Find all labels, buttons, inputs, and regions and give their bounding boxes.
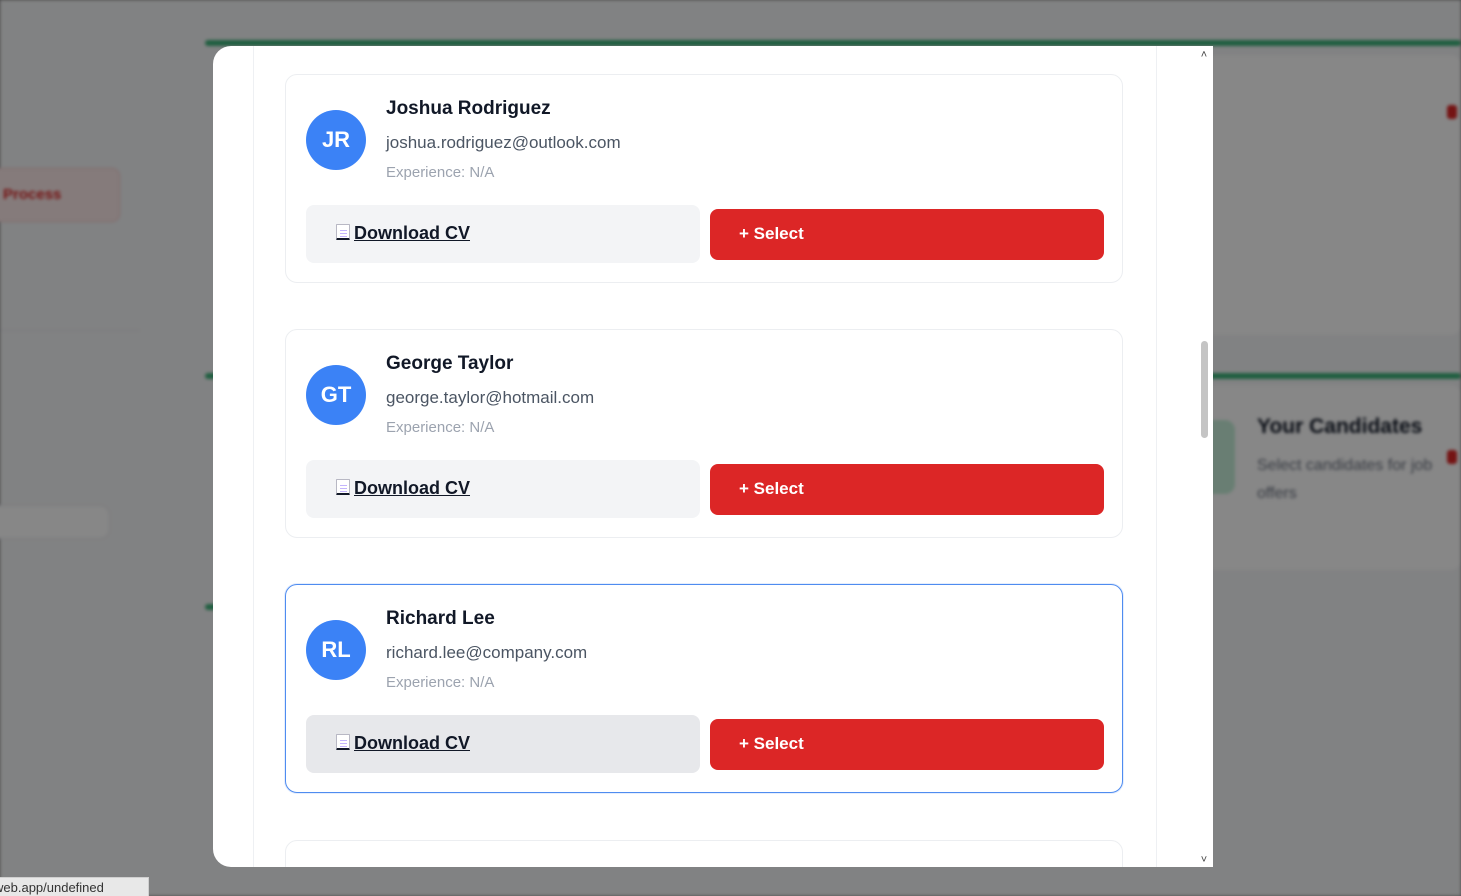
- avatar: RL: [306, 620, 366, 680]
- document-icon: [336, 224, 350, 240]
- download-cv-button[interactable]: Download CV: [306, 205, 700, 263]
- chevron-down-icon[interactable]: ˅: [1199, 855, 1209, 866]
- candidate-name: Richard Lee: [386, 608, 495, 629]
- candidate-card: JR Joshua Rodriguez joshua.rodriguez@out…: [285, 74, 1123, 283]
- scrollbar-thumb[interactable]: [1201, 341, 1208, 438]
- status-bar-url: web.app/undefined: [0, 877, 149, 896]
- download-cv-button[interactable]: Download CV: [306, 460, 700, 518]
- modal-scrollbar[interactable]: ˄ ˅: [1195, 46, 1213, 867]
- candidate-email: richard.lee@company.com: [386, 643, 588, 662]
- candidate-name: Joshua Rodriguez: [386, 98, 551, 119]
- select-candidate-button[interactable]: + Select: [710, 209, 1104, 260]
- avatar: JR: [306, 110, 366, 170]
- avatar: GT: [306, 365, 366, 425]
- download-cv-button[interactable]: Download CV: [306, 715, 700, 773]
- document-icon: [336, 479, 350, 495]
- select-candidate-button[interactable]: + Select: [710, 719, 1104, 770]
- document-icon: [336, 734, 350, 750]
- select-candidate-button[interactable]: + Select: [710, 464, 1104, 515]
- candidate-card-partial: [285, 840, 1123, 867]
- candidate-card: GT George Taylor george.taylor@hotmail.c…: [285, 329, 1123, 538]
- download-cv-label: Download CV: [354, 223, 470, 243]
- candidate-selection-modal: JR Joshua Rodriguez joshua.rodriguez@out…: [213, 46, 1213, 867]
- download-cv-label: Download CV: [354, 478, 470, 498]
- candidate-card-highlighted: RL Richard Lee richard.lee@company.com E…: [285, 584, 1123, 793]
- candidate-experience: Experience: N/A: [386, 674, 495, 691]
- candidate-email: george.taylor@hotmail.com: [386, 388, 595, 407]
- candidate-email: joshua.rodriguez@outlook.com: [386, 133, 621, 152]
- candidate-name: George Taylor: [386, 353, 514, 374]
- candidate-experience: Experience: N/A: [386, 419, 495, 436]
- chevron-up-icon[interactable]: ˄: [1199, 50, 1209, 61]
- candidate-experience: Experience: N/A: [386, 164, 495, 181]
- download-cv-label: Download CV: [354, 733, 470, 753]
